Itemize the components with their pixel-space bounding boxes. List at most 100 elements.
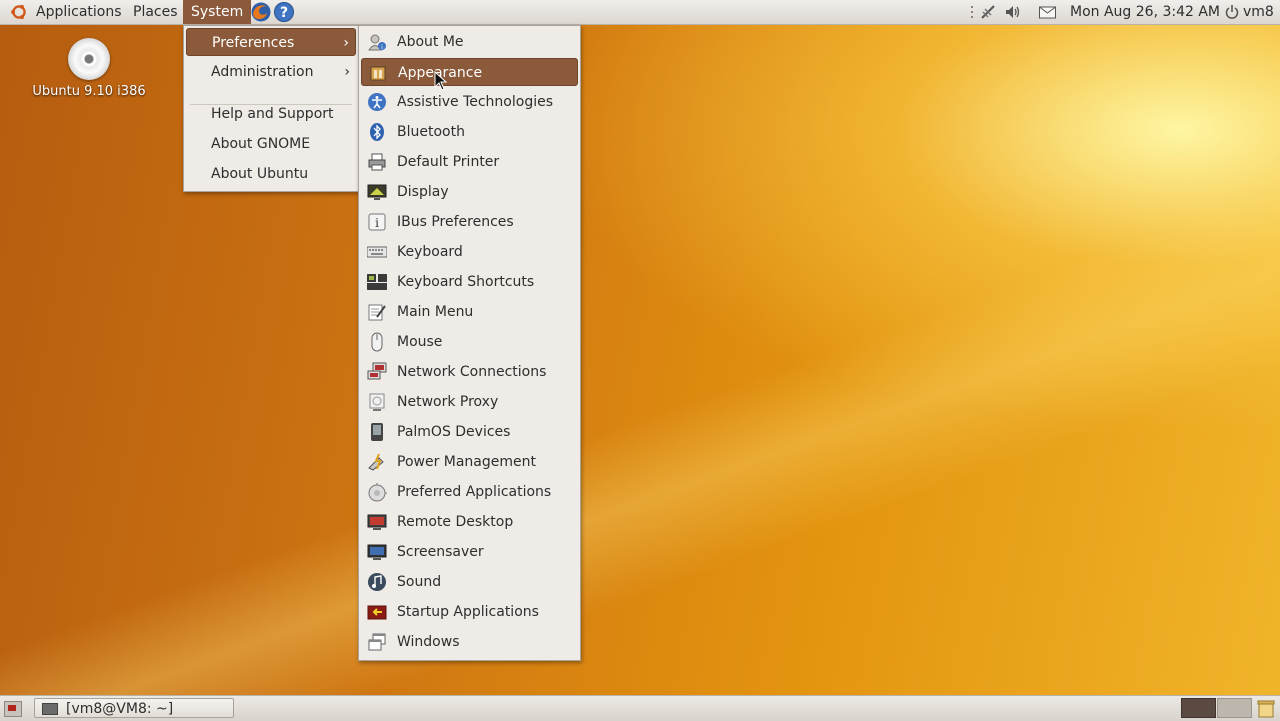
menu-item-about-gnome[interactable]: About GNOME (186, 130, 356, 158)
taskbar-button-label: [vm8@VM8: ~] (66, 701, 174, 717)
menu-item-label: PalmOS Devices (397, 424, 511, 440)
workspace-2[interactable] (1217, 698, 1252, 718)
menu-item-label: Preferred Applications (397, 484, 552, 500)
keyboard-icon (367, 246, 387, 258)
places-menu[interactable]: Places (133, 0, 178, 24)
taskbar-button-terminal[interactable]: [vm8@VM8: ~] (34, 698, 234, 718)
network-icon[interactable] (979, 3, 997, 21)
menu-item-screensaver[interactable]: Screensaver (361, 538, 578, 566)
mail-icon[interactable] (1038, 3, 1057, 21)
menu-item-label: Network Proxy (397, 394, 499, 410)
sound-icon (368, 573, 386, 591)
menu-item-ibus-preferences[interactable]: i IBus Preferences (361, 208, 578, 236)
menu-item-label: Mouse (397, 334, 443, 350)
menu-item-preferences[interactable]: Preferences › (186, 28, 356, 56)
menu-item-label: Sound (397, 574, 442, 590)
menu-item-palmos-devices[interactable]: PalmOS Devices (361, 418, 578, 446)
appearance-icon (370, 66, 386, 81)
menu-item-administration[interactable]: Administration › (186, 58, 356, 86)
ibus-icon: i (368, 213, 386, 231)
menu-item-label: Administration (211, 64, 314, 80)
submenu-arrow-icon: › (344, 64, 350, 80)
menu-item-preferred-applications[interactable]: Preferred Applications (361, 478, 578, 506)
help-icon[interactable]: ? (273, 1, 295, 23)
network-proxy-icon (369, 393, 385, 411)
menu-item-startup-applications[interactable]: Startup Applications (361, 598, 578, 626)
menu-item-default-printer[interactable]: Default Printer (361, 148, 578, 176)
network-connections-icon (367, 362, 387, 380)
tray-handle-icon (971, 6, 973, 18)
menu-item-mouse[interactable]: Mouse (361, 328, 578, 356)
accessibility-icon (368, 93, 386, 111)
svg-text:i: i (375, 216, 379, 230)
preferences-submenu: i About Me Appearance Assistive Technolo… (358, 25, 581, 661)
system-menu-button[interactable]: System (183, 0, 252, 24)
startup-icon (367, 605, 387, 620)
menu-item-label: Keyboard (397, 244, 463, 260)
menu-item-label: Windows (397, 634, 460, 650)
power-icon[interactable] (1224, 3, 1240, 21)
menu-item-bluetooth[interactable]: Bluetooth (361, 118, 578, 146)
keyboard-shortcuts-icon (367, 274, 387, 290)
remote-desktop-icon (367, 514, 387, 530)
firefox-icon[interactable] (250, 1, 272, 23)
menu-item-label: Assistive Technologies (397, 94, 554, 110)
main-menu-icon (368, 304, 386, 321)
bottom-panel: [vm8@VM8: ~] (0, 695, 1280, 721)
user-menu[interactable]: vm8 (1243, 0, 1274, 24)
menu-item-network-proxy[interactable]: Network Proxy (361, 388, 578, 416)
svg-text:?: ? (280, 5, 288, 21)
system-menu: Preferences › Administration › Help and … (183, 25, 359, 192)
submenu-arrow-icon: › (343, 35, 349, 51)
menu-item-help-and-support[interactable]: Help and Support (186, 100, 356, 128)
menu-item-label: Main Menu (397, 304, 474, 320)
menu-item-label: Bluetooth (397, 124, 465, 140)
mouse-icon (371, 332, 383, 352)
terminal-icon (42, 703, 58, 715)
menu-item-main-menu[interactable]: Main Menu (361, 298, 578, 326)
menu-item-windows[interactable]: Windows (361, 628, 578, 656)
windows-icon (368, 633, 386, 651)
menu-item-label: Remote Desktop (397, 514, 514, 530)
menu-item-assistive-technologies[interactable]: Assistive Technologies (361, 88, 578, 116)
menu-item-label: Startup Applications (397, 604, 539, 620)
palmos-icon (371, 423, 383, 441)
mouse-cursor-icon (434, 71, 448, 91)
bluetooth-icon (370, 123, 384, 141)
menu-item-label: Default Printer (397, 154, 500, 170)
display-icon (367, 184, 387, 200)
menu-item-label: Display (397, 184, 449, 200)
trash-icon[interactable] (1257, 698, 1275, 718)
workspace-1[interactable] (1181, 698, 1216, 718)
preferred-apps-icon (368, 483, 387, 502)
menu-item-remote-desktop[interactable]: Remote Desktop (361, 508, 578, 536)
clock[interactable]: Mon Aug 26, 3:42 AM (1070, 0, 1220, 24)
show-desktop-button[interactable] (4, 701, 22, 717)
menu-item-power-management[interactable]: Power Management (361, 448, 578, 476)
top-panel: Applications Places System ? Mon Aug 26,… (0, 0, 1280, 25)
menu-item-sound[interactable]: Sound (361, 568, 578, 596)
menu-item-network-connections[interactable]: Network Connections (361, 358, 578, 386)
menu-item-keyboard[interactable]: Keyboard (361, 238, 578, 266)
cd-icon (68, 38, 110, 80)
menu-item-label: Screensaver (397, 544, 484, 560)
menu-item-label: Preferences (212, 35, 295, 51)
screensaver-icon (367, 544, 387, 560)
applications-menu[interactable]: Applications (6, 0, 122, 24)
about-me-icon: i (368, 34, 386, 51)
menu-item-label: About Me (397, 34, 464, 50)
menu-item-appearance[interactable]: Appearance (361, 58, 578, 86)
menu-item-display[interactable]: Display (361, 178, 578, 206)
menu-item-about-me[interactable]: i About Me (361, 28, 578, 56)
menu-item-label: Power Management (397, 454, 537, 470)
power-management-icon (368, 453, 384, 471)
menu-item-label: Keyboard Shortcuts (397, 274, 535, 290)
menu-item-label: IBus Preferences (397, 214, 514, 230)
menu-item-about-ubuntu[interactable]: About Ubuntu (186, 160, 356, 188)
menu-item-keyboard-shortcuts[interactable]: Keyboard Shortcuts (361, 268, 578, 296)
desktop-icon-cd[interactable]: Ubuntu 9.10 i386 (30, 38, 148, 99)
printer-icon (368, 153, 386, 171)
desktop-icon-label: Ubuntu 9.10 i386 (32, 84, 146, 99)
menu-item-label: Network Connections (397, 364, 547, 380)
volume-icon[interactable] (1004, 3, 1022, 21)
